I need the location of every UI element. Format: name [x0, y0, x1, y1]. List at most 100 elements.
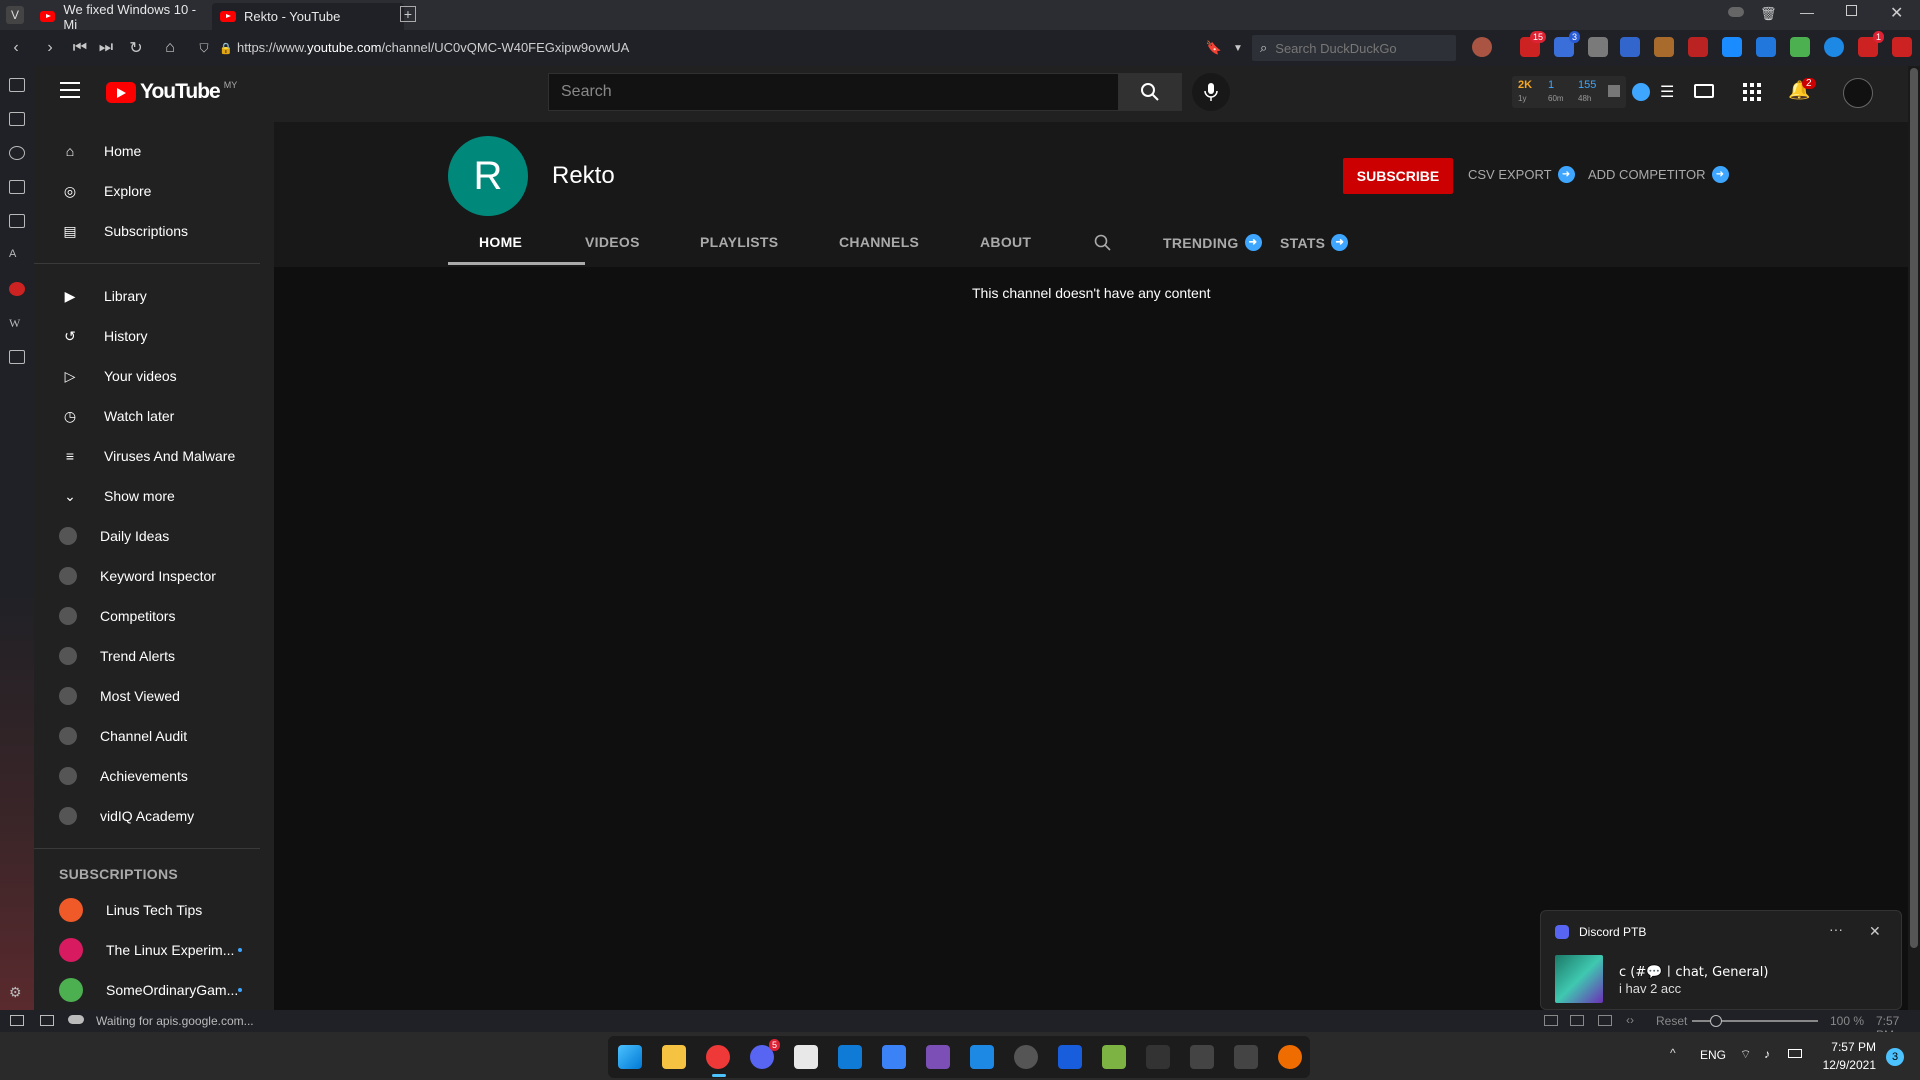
dropdown-icon[interactable]: ▼ — [1226, 36, 1250, 60]
panel-toggle-icon[interactable] — [10, 1015, 24, 1026]
shield-icon[interactable]: ⛉ — [192, 36, 216, 60]
channel-search-icon[interactable] — [1094, 234, 1112, 255]
sidebar-item-achievements[interactable]: Achievements — [34, 756, 260, 796]
app-icon[interactable] — [838, 1045, 862, 1069]
sidebar-item-your-videos[interactable]: ▷ Your videos — [34, 356, 260, 396]
extension-icon[interactable] — [1654, 37, 1674, 57]
taskbar-date[interactable]: 12/9/2021 — [1820, 1058, 1876, 1072]
sidebar-item-playlist[interactable]: ≡ Viruses And Malware — [34, 436, 260, 476]
notifications-bell-icon[interactable]: 🔔 2 — [1788, 78, 1816, 101]
store-icon[interactable] — [794, 1045, 818, 1069]
minimize-button[interactable]: — — [1800, 4, 1814, 20]
cloud-icon[interactable] — [1728, 7, 1744, 17]
vidiq-icon[interactable] — [1632, 83, 1650, 101]
zoom-reset-button[interactable]: Reset — [1656, 1014, 1687, 1028]
restore-button[interactable] — [1846, 5, 1857, 16]
extension-icon[interactable] — [1588, 37, 1608, 57]
rewind-icon[interactable]: ⏮ — [68, 36, 92, 60]
window-panel-icon[interactable] — [9, 214, 25, 228]
add-panel-icon[interactable] — [9, 350, 25, 364]
vivaldi-menu-icon[interactable]: V — [6, 6, 24, 24]
history-panel-icon[interactable] — [9, 146, 25, 160]
extension-icon[interactable]: 1 — [1858, 31, 1884, 57]
profile-avatar-icon[interactable] — [1472, 37, 1492, 57]
page-scrollbar[interactable] — [1908, 66, 1920, 1010]
youtube-logo[interactable]: YouTube MY — [106, 80, 237, 104]
app-icon[interactable] — [1278, 1045, 1302, 1069]
downloads-panel-icon[interactable] — [9, 112, 25, 126]
subscribe-button[interactable]: SUBSCRIBE — [1343, 158, 1453, 194]
settings-gear-icon[interactable]: ⚙ — [9, 984, 25, 1000]
tab-stats[interactable]: STATS ➜ — [1280, 234, 1349, 251]
sync-cloud-icon[interactable] — [68, 1015, 84, 1024]
close-icon[interactable]: ✕ — [1869, 923, 1881, 940]
discord-notification-toast[interactable]: Discord PTB ··· ✕ c (#💬〡chat, General) i… — [1540, 910, 1902, 1010]
vivaldi-panel-icon[interactable] — [9, 282, 25, 296]
sidebar-item-competitors[interactable]: Competitors — [34, 596, 260, 636]
battery-icon[interactable] — [1788, 1049, 1802, 1058]
capture-icon[interactable] — [1544, 1015, 1558, 1026]
obs-icon[interactable] — [1014, 1045, 1038, 1069]
start-button-icon[interactable] — [618, 1045, 642, 1069]
sidebar-item-subscriptions[interactable]: ▤ Subscriptions — [34, 211, 260, 251]
new-tab-button[interactable]: + — [400, 6, 416, 22]
subscription-someordinarygamers[interactable]: SomeOrdinaryGam... — [34, 970, 260, 1010]
sidebar-item-explore[interactable]: ◎ Explore — [34, 171, 260, 211]
tab-1[interactable]: We fixed Windows 10 - Mi — [32, 2, 208, 32]
translate-extension-icon[interactable] — [1620, 37, 1640, 57]
sidebar-item-watch-later[interactable]: ◷ Watch later — [34, 396, 260, 436]
taskbar-time[interactable]: 7:57 PM — [1822, 1040, 1876, 1054]
tab-channels[interactable]: CHANNELS — [839, 234, 919, 250]
app-icon[interactable] — [1190, 1045, 1214, 1069]
search-input[interactable]: Search — [548, 73, 1119, 111]
sidebar-show-more[interactable]: ⌄ Show more — [34, 476, 260, 516]
subscription-linux-experiment[interactable]: The Linux Experim... — [34, 930, 260, 970]
wifi-icon[interactable]: ⌔ — [1740, 1047, 1751, 1062]
wikipedia-panel-icon[interactable]: W — [9, 316, 25, 330]
bookmarks-panel-icon[interactable] — [9, 78, 25, 92]
bitwarden-icon[interactable] — [1058, 1045, 1082, 1069]
home-icon[interactable]: ⌂ — [158, 36, 182, 60]
bookmark-icon[interactable]: 🔖 — [1202, 36, 1226, 60]
language-indicator[interactable]: ENG — [1700, 1048, 1726, 1062]
trash-icon[interactable]: 🗑 — [1760, 6, 1777, 22]
hamburger-menu-icon[interactable] — [60, 82, 80, 98]
extension-icon[interactable] — [1722, 37, 1742, 57]
tab-home[interactable]: HOME — [479, 234, 522, 250]
visual-studio-icon[interactable] — [926, 1045, 950, 1069]
sidebar-item-vidiq-academy[interactable]: vidIQ Academy — [34, 796, 260, 836]
app-icon[interactable] — [1234, 1045, 1258, 1069]
reload-icon[interactable]: ↻ — [124, 36, 148, 60]
sidebar-item-library[interactable]: ▶ Library — [34, 276, 260, 316]
menu-lines-icon[interactable]: ☰ — [1660, 82, 1674, 102]
sidebar-item-channel-audit[interactable]: Channel Audit — [34, 716, 260, 756]
search-button[interactable] — [1118, 73, 1182, 111]
tab-videos[interactable]: VIDEOS — [585, 234, 640, 250]
zoom-slider-handle[interactable] — [1710, 1015, 1722, 1027]
app-icon[interactable] — [1102, 1045, 1126, 1069]
discord-taskbar-icon[interactable]: 5 — [750, 1039, 780, 1069]
davinci-resolve-icon[interactable] — [1146, 1045, 1170, 1069]
tab-trending[interactable]: TRENDING ➜ — [1163, 234, 1262, 251]
tile-icon[interactable] — [40, 1015, 54, 1026]
forward-icon[interactable]: › — [38, 36, 62, 60]
tab-about[interactable]: ABOUT — [980, 234, 1031, 250]
page-actions-icon[interactable]: ‹› — [1626, 1013, 1634, 1027]
more-options-icon[interactable]: ··· — [1829, 921, 1843, 937]
tiling-icon[interactable] — [1570, 1015, 1584, 1026]
sidebar-item-home[interactable]: ⌂ Home — [34, 131, 260, 171]
apps-grid-icon[interactable] — [1743, 83, 1761, 101]
close-window-button[interactable]: ✕ — [1890, 3, 1903, 23]
volume-icon[interactable]: ♪ — [1764, 1047, 1770, 1061]
sidebar-item-trend-alerts[interactable]: Trend Alerts — [34, 636, 260, 676]
scrollbar-thumb[interactable] — [1910, 68, 1918, 948]
extension-icon[interactable] — [1756, 37, 1776, 57]
url-field[interactable]: https://www.youtube.com/channel/UC0vQMC-… — [237, 40, 629, 55]
extension-icon[interactable] — [1790, 37, 1810, 57]
sidebar-item-history[interactable]: ↺ History — [34, 316, 260, 356]
search-engine-field[interactable]: ⌕ Search DuckDuckGo — [1252, 35, 1456, 61]
subscription-linus-tech-tips[interactable]: Linus Tech Tips — [34, 890, 260, 930]
file-explorer-icon[interactable] — [662, 1045, 686, 1069]
extension-icon[interactable] — [1824, 37, 1844, 57]
vidiq-stats-widget[interactable]: 2K 1y 1 60m 155 48h — [1512, 76, 1626, 108]
